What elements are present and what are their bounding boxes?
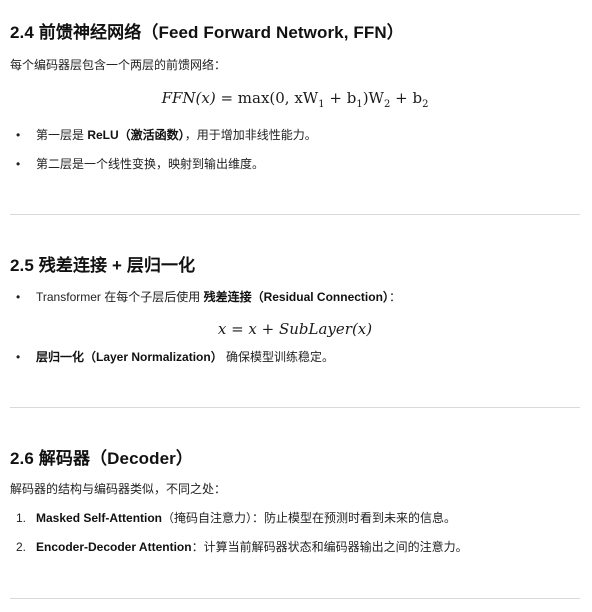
section-heading-residual: 2.5 残差连接 + 层归一化 — [10, 256, 196, 275]
ffn-intro-text: 每个编码器层包含一个两层的前馈网络： — [10, 58, 227, 72]
section-residual: 2.5 残差连接 + 层归一化 • Transformer 在每个子层后使用 残… — [10, 255, 580, 375]
ffn-formula-mid: + b — [324, 89, 357, 107]
list-item-text: Transformer 在每个子层后使用 — [36, 290, 204, 304]
list-item-text: 第二层是一个线性变换，映射到输出维度。 — [36, 157, 265, 171]
decoder-intro-text: 解码器的结构与编码器类似，不同之处： — [10, 482, 227, 496]
section-decoder: 2.6 解码器（Decoder） 解码器的结构与编码器类似，不同之处： 1. M… — [10, 448, 580, 568]
section-ffn: 2.4 前馈神经网络（Feed Forward Network, FFN） 每个… — [10, 22, 580, 182]
list-item-suffix: （掩码自注意力）：防止模型在预测时看到未来的信息。 — [162, 511, 457, 525]
bullet-icon: • — [16, 290, 21, 304]
ffn-formula-lhs: FFN(x) — [161, 89, 216, 107]
ffn-formula-rhs: max(0, xW — [237, 89, 319, 107]
section-divider — [10, 214, 580, 215]
list-item-bold: 层归一化（Layer Normalization） — [36, 350, 223, 364]
ffn-formula-close: )W — [362, 89, 384, 107]
residual-formula-text: x = x + SubLayer(x) — [217, 320, 373, 338]
list-item-text: 第一层是 — [36, 128, 88, 142]
bullet-icon: • — [16, 350, 21, 364]
section-divider — [10, 598, 580, 599]
list-item-suffix: 确保模型训练稳定。 — [222, 350, 335, 364]
list-item-bold: Masked Self-Attention — [36, 511, 163, 525]
list-item-bold: 残差连接（Residual Connection） — [203, 290, 389, 304]
ffn-formula-sub-b2: 2 — [422, 99, 429, 110]
section-heading-decoder: 2.6 解码器（Decoder） — [10, 449, 193, 468]
list-item-suffix: ： — [388, 290, 401, 304]
list-item-number: 1. — [16, 511, 27, 525]
bullet-icon: • — [16, 157, 21, 171]
list-item-suffix: ，用于增加非线性能力。 — [184, 128, 317, 142]
ffn-formula: FFN(x) = max(0, xW1 + b1)W2 + b2 — [161, 89, 429, 110]
section-divider — [10, 407, 580, 408]
list-item-bold: ReLU（激活函数） — [87, 128, 185, 142]
bullet-icon: • — [16, 128, 21, 142]
section-heading-ffn: 2.4 前馈神经网络（Feed Forward Network, FFN） — [10, 23, 404, 42]
document-page: 2.4 前馈神经网络（Feed Forward Network, FFN） 每个… — [0, 0, 592, 612]
list-item-bold: Encoder-Decoder Attention — [36, 540, 192, 554]
ffn-formula-plus: + b — [390, 89, 423, 107]
list-item-number: 2. — [16, 540, 27, 554]
residual-formula: x = x + SubLayer(x) — [10, 319, 580, 339]
list-item-suffix: ：计算当前解码器状态和编码器输出之间的注意力。 — [191, 540, 468, 554]
